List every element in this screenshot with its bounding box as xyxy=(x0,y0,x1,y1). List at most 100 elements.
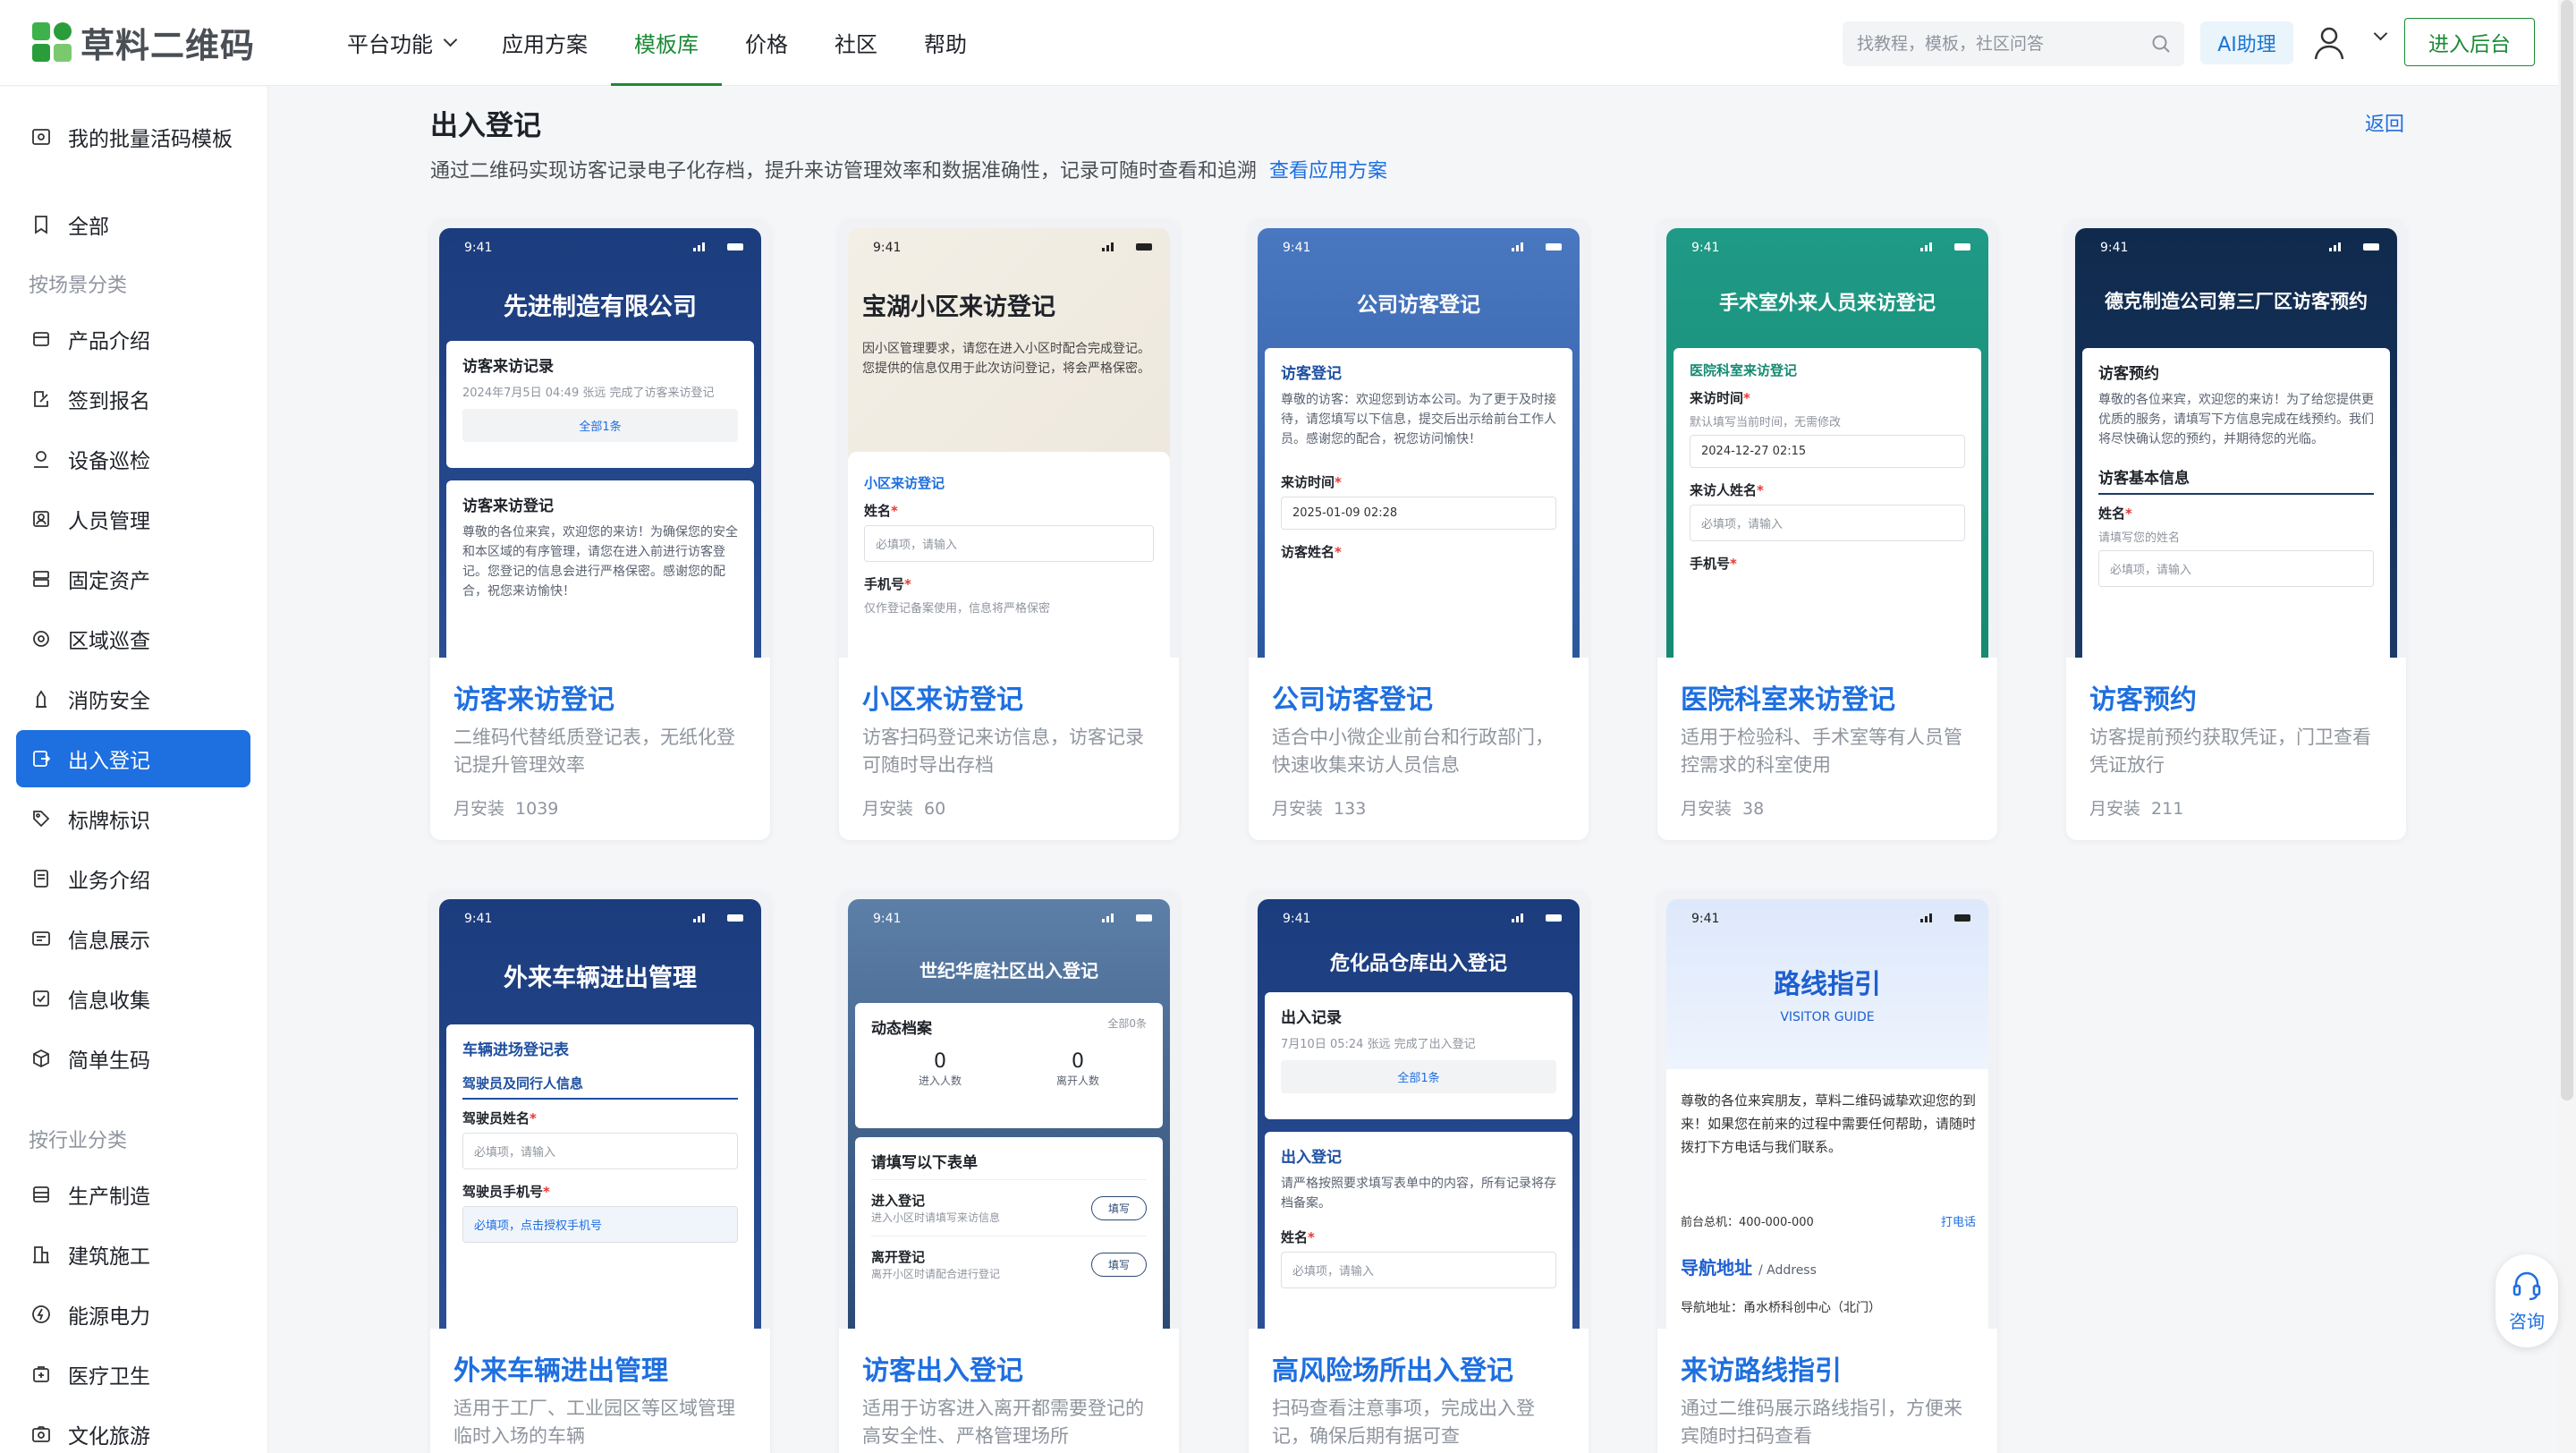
signal-icon xyxy=(693,913,743,922)
stat-label: 离开人数 xyxy=(1055,1075,1099,1087)
preview-field-label: 姓名* xyxy=(864,503,898,519)
card-description: 适用于访客进入离开都需要登记的高安全性、严格管理场所 xyxy=(862,1398,1144,1447)
template-card[interactable]: 9:41 公司访客登记 访客登记 尊敬的访客：欢迎您到访本公司。为了更于及时接待… xyxy=(1249,219,1589,840)
sidebar-item-label: 简单生码 xyxy=(68,1049,150,1073)
sidebar-item-healthcare[interactable]: 医疗卫生 xyxy=(16,1346,250,1403)
preview-card-title-text: 动态档案 xyxy=(871,1020,932,1038)
sidebar-item-construction[interactable]: 建筑施工 xyxy=(16,1226,250,1283)
card-description: 适用于工厂、工业园区等区域管理临时入场的车辆 xyxy=(453,1398,735,1447)
sidebar-item-all[interactable]: 全部 xyxy=(16,196,250,253)
sidebar-item-info-display[interactable]: 信息展示 xyxy=(16,910,250,967)
brand-name: 草料二维码 xyxy=(80,26,256,65)
search-icon[interactable] xyxy=(2150,33,2172,55)
sidebar-item-culture-tourism[interactable]: 文化旅游 xyxy=(16,1406,250,1453)
sidebar-item-simple-code[interactable]: 简单生码 xyxy=(16,1030,250,1087)
card-description: 访客提前预约获取凭证，门卫查看凭证放行 xyxy=(2089,726,2371,776)
sidebar-item-device-inspection[interactable]: 设备巡检 xyxy=(16,430,250,488)
card-title[interactable]: 访客来访登记 xyxy=(453,677,747,716)
sidebar-item-info-collection[interactable]: 信息收集 xyxy=(16,970,250,1027)
installs-count: 38 xyxy=(1742,799,1765,819)
template-card[interactable]: 9:41 手术室外来人员来访登记 医院科室来访登记 来访时间* 默认填写当前时间… xyxy=(1657,219,1997,840)
status-time: 9:41 xyxy=(464,912,493,926)
template-card[interactable]: 9:41 危化品仓库出入登记 出入记录 7月10日 05:24 张远 完成了出入… xyxy=(1249,890,1589,1453)
preview-label-text: 访客姓名 xyxy=(1281,544,1335,560)
preview-header: 路线指引 xyxy=(1774,969,1881,1000)
pin-icon xyxy=(34,451,48,468)
nav-community[interactable]: 社区 xyxy=(811,0,901,86)
card-title[interactable]: 外来车辆进出管理 xyxy=(453,1348,747,1387)
sidebar-item-my-batch-templates[interactable]: 我的批量活码模板 xyxy=(16,108,250,166)
search-input[interactable] xyxy=(1857,34,2143,54)
card-title[interactable]: 来访路线指引 xyxy=(1681,1348,1974,1387)
sidebar-item-fire-safety[interactable]: 消防安全 xyxy=(16,670,250,727)
sidebar-item-fixed-assets[interactable]: 固定资产 xyxy=(16,550,250,608)
card-title[interactable]: 访客预约 xyxy=(2089,677,2383,716)
sidebar-item-product-intro[interactable]: 产品介绍 xyxy=(16,310,250,368)
preview-form-card: 访客预约 尊敬的各位来宾，欢迎您的来访！为了给您提供更优质的服务，请填写下方信息… xyxy=(2082,348,2390,658)
logo-mark-icon xyxy=(32,21,73,64)
preview-label-text: 姓名 xyxy=(1281,1229,1309,1245)
collect-icon xyxy=(33,990,49,1007)
consult-button[interactable]: 咨询 xyxy=(2496,1254,2558,1347)
view-solution-link[interactable]: 查看应用方案 xyxy=(1269,160,1387,183)
page-description: 通过二维码实现访客记录电子化存档，提升来访管理效率和数据准确性，记录可随时查看和… xyxy=(430,155,1387,183)
preview-input: 必填项，请输入 xyxy=(2098,550,2374,587)
card-title[interactable]: 小区来访登记 xyxy=(862,677,1156,716)
sidebar-item-sign-in[interactable]: 签到报名 xyxy=(16,370,250,428)
back-link[interactable]: 返回 xyxy=(2365,108,2404,137)
sidebar-item-manufacturing[interactable]: 生产制造 xyxy=(16,1166,250,1223)
brand-logo[interactable]: 草料二维码 xyxy=(32,18,301,67)
user-menu-chevron-icon[interactable] xyxy=(2373,26,2388,41)
page-scrollbar[interactable] xyxy=(2558,0,2576,1453)
template-card[interactable]: 9:41 路线指引 VISITOR GUIDE 尊敬的各位来宾朋友，草料二维码诚… xyxy=(1657,890,1997,1453)
sidebar-item-label: 文化旅游 xyxy=(68,1425,150,1449)
preview-stats-card: 动态档案 全部0条 0 进入人数 0 离开人数 xyxy=(855,1003,1163,1128)
preview-field-label: 手机号* xyxy=(1690,556,1737,572)
status-bar: 9:41 xyxy=(1258,899,1580,930)
preview-label-text: 驾驶员手机号 xyxy=(462,1184,544,1200)
status-time: 9:41 xyxy=(464,241,493,255)
sidebar-item-energy-power[interactable]: 能源电力 xyxy=(16,1286,250,1343)
status-time: 9:41 xyxy=(1283,241,1311,255)
enter-dashboard-button[interactable]: 进入后台 xyxy=(2404,18,2535,66)
installs-label: 月安装 xyxy=(1681,799,1733,819)
display-icon xyxy=(32,931,50,946)
template-card[interactable]: 9:41 宝湖小区来访登记 因小区管理要求，请您在进入小区时配合完成登记。您提供… xyxy=(839,219,1179,840)
template-card[interactable]: 9:41 先进制造有限公司 访客来访记录 2024年7月5日 04:49 张远 … xyxy=(430,219,770,840)
nav-solutions[interactable]: 应用方案 xyxy=(479,0,611,86)
preview-form-card: 医院科室来访登记 来访时间* 默认填写当前时间，无需修改 2024-12-27 … xyxy=(1674,348,1981,658)
status-time: 9:41 xyxy=(1691,241,1720,255)
fill-button: 填写 xyxy=(1090,1253,1147,1277)
sidebar-item-personnel[interactable]: 人员管理 xyxy=(16,490,250,548)
nav-platform-features[interactable]: 平台功能 xyxy=(324,0,479,86)
ai-assistant-button[interactable]: AI助理 xyxy=(2200,21,2293,64)
template-card[interactable]: 9:41 世纪华庭社区出入登记 动态档案 全部0条 0 进入人数 0 离开人数 请填写… xyxy=(839,890,1179,1453)
sidebar-item-access-registration[interactable]: 出入登记 xyxy=(16,730,250,787)
preview-card-title: 访客登记 xyxy=(1281,365,1342,383)
card-title[interactable]: 访客出入登记 xyxy=(862,1348,1156,1387)
sidebar-item-signage[interactable]: 标牌标识 xyxy=(16,790,250,847)
sidebar-item-area-patrol[interactable]: 区域巡查 xyxy=(16,610,250,667)
nav-pricing[interactable]: 价格 xyxy=(722,0,811,86)
nav-template-library[interactable]: 模板库 xyxy=(611,0,722,86)
card-body: 访客来访登记 二维码代替纸质登记表，无纸化登记提升管理效率 月安装 1039 xyxy=(430,677,770,820)
preview-label-text: 手机号 xyxy=(864,576,905,592)
card-title[interactable]: 高风险场所出入登记 xyxy=(1272,1348,1565,1387)
card-title[interactable]: 医院科室来访登记 xyxy=(1681,677,1974,716)
preview-header: 先进制造有限公司 xyxy=(504,293,697,321)
preview-all-button: 全部1条 xyxy=(1281,1060,1556,1093)
card-title[interactable]: 公司访客登记 xyxy=(1272,677,1565,716)
sidebar-item-label: 业务介绍 xyxy=(68,870,150,893)
bookmark-icon xyxy=(35,216,47,234)
template-card[interactable]: 9:41 外来车辆进出管理 车辆进场登记表 驾驶员及同行人信息 驾驶员姓名* 必… xyxy=(430,890,770,1453)
preview-card-title: 请填写以下表单 xyxy=(871,1154,978,1172)
preview-input: 必填项，请输入 xyxy=(462,1133,738,1169)
scrollbar-thumb[interactable] xyxy=(2561,0,2573,1100)
sidebar-item-business-intro[interactable]: 业务介绍 xyxy=(16,850,250,907)
build-icon xyxy=(33,1246,49,1263)
user-icon[interactable] xyxy=(2313,25,2345,61)
inout-icon xyxy=(33,751,51,767)
preview-card-title: 出入登记 xyxy=(1281,1149,1342,1167)
template-card[interactable]: 9:41 德克制造公司第三厂区访客预约 访客预约 尊敬的各位来宾，欢迎您的来访！… xyxy=(2066,219,2406,840)
nav-help[interactable]: 帮助 xyxy=(901,0,990,86)
